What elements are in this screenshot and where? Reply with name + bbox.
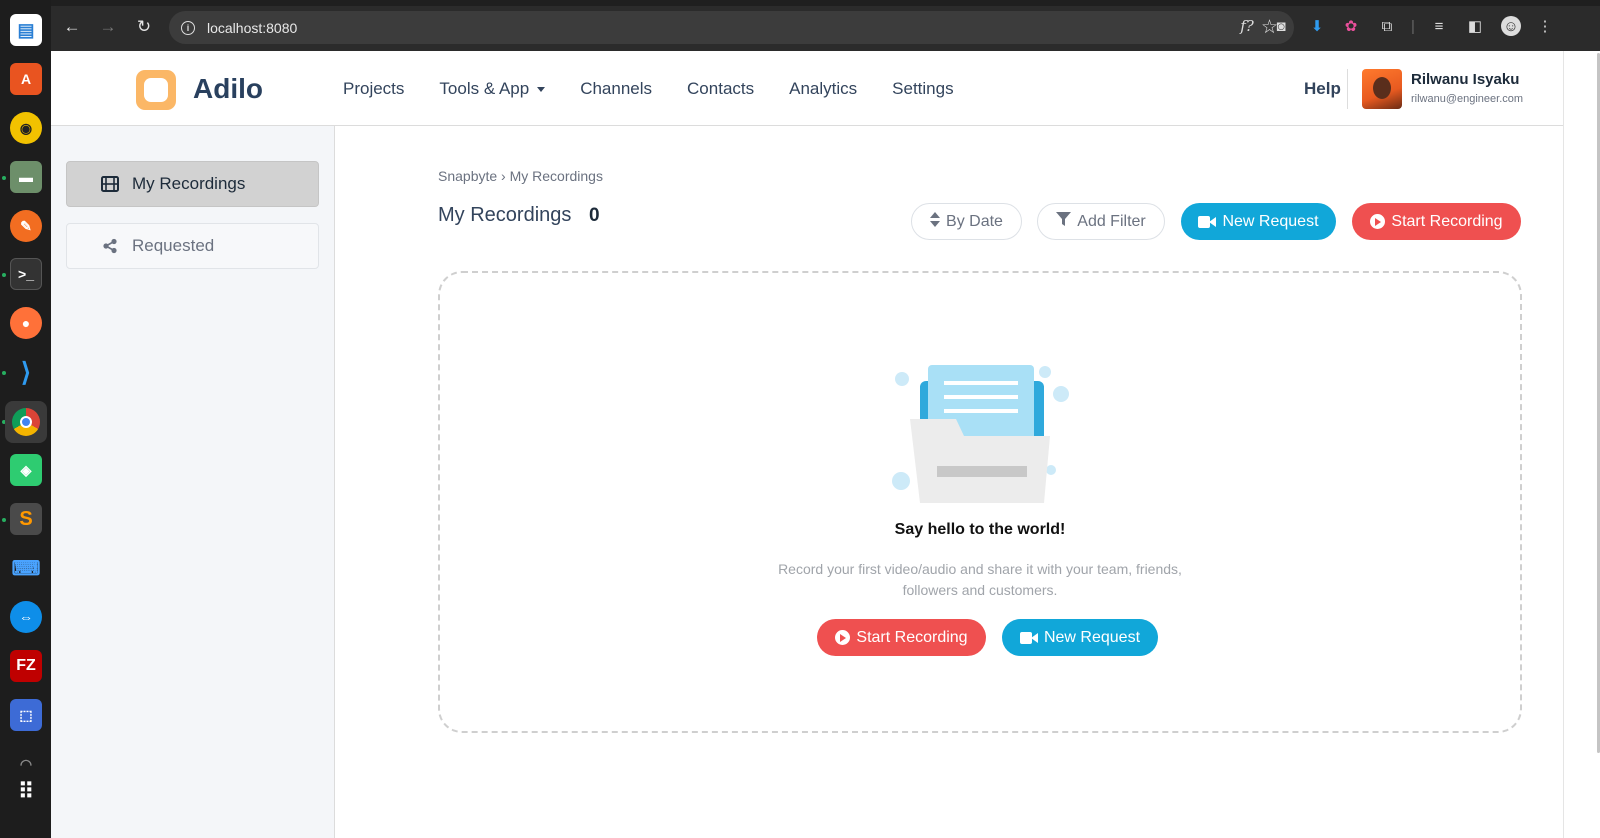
vscode-icon[interactable]: ⟩	[10, 356, 42, 388]
camera-extension-icon[interactable]: ◙	[1271, 16, 1291, 36]
play-circle-icon	[835, 630, 851, 645]
screenshot-tool-icon[interactable]: ⬚	[10, 699, 42, 731]
software-center-icon[interactable]: A	[10, 63, 42, 95]
nav-tools-and-app[interactable]: Tools & App	[439, 79, 546, 99]
film-icon	[100, 176, 120, 192]
firefox-icon[interactable]: ●	[10, 307, 42, 339]
nav-tools-label: Tools & App	[439, 79, 530, 98]
download-extension-icon[interactable]: ⬇	[1307, 16, 1327, 36]
empty-folder-icon	[892, 365, 1069, 503]
nav-projects[interactable]: Projects	[343, 79, 404, 99]
new-request-label: New Request	[1043, 628, 1141, 646]
filezilla-icon[interactable]: FZ	[10, 650, 42, 682]
new-request-button[interactable]: New Request	[1181, 203, 1336, 240]
app-header: Adilo Projects Tools & App Channels Cont…	[51, 51, 1563, 126]
sidebar-item-my-recordings[interactable]: My Recordings	[66, 161, 319, 207]
recordings-count: 0	[589, 205, 600, 226]
extensions-puzzle-icon[interactable]: ⧉	[1377, 16, 1397, 36]
main-nav: Projects Tools & App Channels Contacts A…	[343, 79, 989, 99]
sidebar: My Recordings Requested	[51, 126, 335, 838]
os-dock: ▤ A ◉ ▬ ✎ >_ ● ⟩ ◈ S ⌨ ⇔ FZ ⬚ ◠ ⠿	[0, 0, 51, 838]
start-recording-button[interactable]: Start Recording	[1352, 203, 1521, 240]
play-circle-icon	[1370, 214, 1386, 229]
empty-description: Record your first video/audio and share …	[778, 561, 1182, 598]
main-content: Snapbyte › My Recordings My Recordings 0…	[335, 126, 1563, 838]
running-indicator	[2, 371, 6, 375]
rhythmbox-icon[interactable]: ◉	[10, 112, 42, 144]
media-control-icon[interactable]: ≡	[1429, 16, 1449, 36]
breadcrumb[interactable]: Snapbyte › My Recordings	[438, 168, 603, 184]
sort-icon	[930, 211, 941, 232]
avatar[interactable]	[1362, 69, 1402, 109]
teamviewer-icon[interactable]: ⇔	[10, 601, 42, 633]
back-icon[interactable]: ←	[59, 14, 85, 40]
start-recording-label: Start Recording	[856, 628, 968, 646]
empty-state: Say hello to the world! Record your firs…	[438, 271, 1522, 733]
sort-by-date-button[interactable]: By Date	[911, 203, 1022, 240]
sort-label: By Date	[946, 212, 1003, 230]
page-scrollbar[interactable]	[1563, 51, 1600, 838]
nav-analytics[interactable]: Analytics	[789, 79, 857, 99]
profile-avatar-icon[interactable]: ☺	[1501, 16, 1521, 36]
libreoffice-writer-icon[interactable]: ▤	[10, 14, 42, 46]
filter-icon	[1056, 212, 1072, 231]
chrome-icon[interactable]	[5, 401, 47, 443]
sidebar-item-requested[interactable]: Requested	[66, 223, 319, 269]
nav-channels[interactable]: Channels	[580, 79, 652, 99]
adilo-logo-icon[interactable]	[136, 70, 176, 110]
running-indicator	[2, 273, 6, 277]
reload-icon[interactable]: ↻	[131, 14, 157, 40]
sidebar-item-label: Requested	[132, 236, 215, 255]
empty-start-recording-button[interactable]: Start Recording	[817, 619, 986, 656]
page-title: My Recordings	[438, 204, 572, 226]
running-indicator	[2, 176, 6, 180]
chevron-down-icon	[537, 87, 546, 93]
nav-contacts[interactable]: Contacts	[687, 79, 754, 99]
add-filter-button[interactable]: Add Filter	[1037, 203, 1165, 240]
user-email: rilwanu@engineer.com	[1411, 93, 1524, 105]
help-link[interactable]: Help	[1304, 79, 1341, 99]
network-app-icon[interactable]: ⌨	[10, 552, 42, 584]
terminal-icon[interactable]: >_	[10, 258, 42, 290]
formula-extension-icon[interactable]: f?	[1237, 16, 1257, 36]
browser-menu-icon[interactable]: ⋮	[1535, 16, 1555, 36]
brand-name[interactable]: Adilo	[193, 73, 263, 105]
running-indicator	[2, 518, 6, 522]
show-apps-icon[interactable]: ⠿	[10, 776, 42, 808]
new-request-label: New Request	[1222, 212, 1319, 230]
start-recording-label: Start Recording	[1391, 212, 1503, 230]
screen: ▤ A ◉ ▬ ✎ >_ ● ⟩ ◈ S ⌨ ⇔ FZ ⬚ ◠ ⠿ ← → ↻ …	[0, 0, 1600, 838]
header-divider	[1347, 69, 1348, 109]
side-panel-icon[interactable]: ◧	[1465, 16, 1485, 36]
forward-icon[interactable]: →	[95, 14, 121, 40]
browser-toolbar: ← → ↻ i localhost:8080 ☆ f? ◙ ⬇ ✿ ⧉ | ≡ …	[51, 0, 1600, 51]
filter-label: Add Filter	[1077, 212, 1146, 230]
sidebar-item-label: My Recordings	[132, 174, 246, 193]
empty-new-request-button[interactable]: New Request	[1002, 619, 1158, 656]
toolbar-separator: |	[1411, 17, 1415, 35]
color-picker-extension-icon[interactable]: ✿	[1341, 16, 1361, 36]
share-icon	[100, 238, 120, 254]
address-bar[interactable]: i localhost:8080 ☆	[169, 11, 1294, 44]
nav-settings[interactable]: Settings	[892, 79, 953, 99]
user-name[interactable]: Rilwanu Isyaku	[1411, 71, 1519, 88]
green-app-icon[interactable]: ◈	[10, 454, 42, 486]
site-info-icon[interactable]: i	[181, 20, 195, 35]
pencil-app-icon[interactable]: ✎	[10, 210, 42, 242]
video-camera-icon	[1019, 631, 1038, 644]
video-camera-icon	[1198, 215, 1217, 228]
sublime-text-icon[interactable]: S	[10, 503, 42, 535]
files-icon[interactable]: ▬	[10, 161, 42, 193]
url-text[interactable]: localhost:8080	[207, 20, 297, 36]
empty-title: Say hello to the world!	[894, 521, 1066, 538]
tab-strip	[51, 0, 1600, 6]
